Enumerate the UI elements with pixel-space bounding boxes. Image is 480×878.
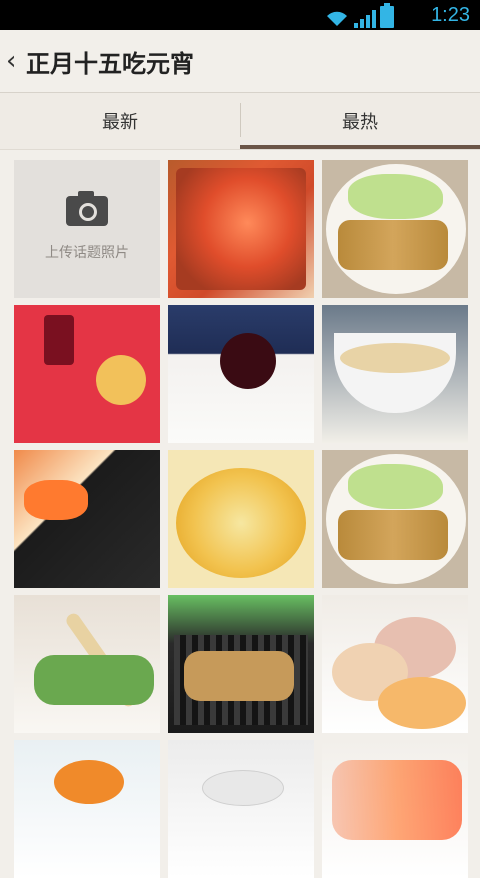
roe-image [24, 480, 88, 520]
greens-image [348, 464, 443, 509]
fried-rice-image [176, 468, 306, 578]
vegetables-image [34, 655, 154, 705]
wifi-icon [327, 11, 347, 26]
back-chevron-icon[interactable]: ‹ [6, 48, 26, 74]
can-image [44, 315, 74, 365]
photo-tile[interactable] [168, 740, 314, 878]
salad-image [54, 760, 124, 804]
page-title: 正月十五吃元宵 [26, 49, 194, 78]
tab-hot[interactable]: 最热 [240, 93, 480, 149]
macaron-image [378, 677, 466, 729]
battery-icon [380, 3, 394, 28]
grilled-meat-image [184, 651, 294, 701]
photo-tile[interactable] [322, 595, 468, 733]
status-time: 1:23 [431, 4, 470, 26]
upload-photo-label: 上传话题照片 [45, 245, 129, 261]
photo-tile[interactable] [14, 450, 160, 588]
cookie-image [96, 355, 146, 405]
soup-image [340, 343, 450, 373]
crab-image [176, 168, 306, 290]
tab-latest-label: 最新 [102, 112, 138, 133]
photo-tile[interactable] [168, 160, 314, 298]
photo-tile[interactable] [322, 305, 468, 443]
food-image [332, 760, 462, 840]
photo-tile[interactable] [322, 450, 468, 588]
photo-tile[interactable] [168, 450, 314, 588]
photo-tile[interactable] [168, 595, 314, 733]
photo-tile[interactable] [322, 740, 468, 878]
tab-latest[interactable]: 最新 [0, 93, 240, 149]
dish-image [202, 770, 284, 806]
camera-icon [66, 191, 108, 226]
meat-image [338, 510, 448, 560]
status-bar: 1:23 [0, 0, 480, 30]
photo-grid: 上传话题照片 [14, 160, 468, 878]
cherry-image [220, 333, 276, 389]
photo-tile[interactable] [14, 595, 160, 733]
photo-tile[interactable] [168, 305, 314, 443]
photo-tile[interactable] [14, 305, 160, 443]
app-header: ‹ 正月十五吃元宵 [0, 30, 480, 93]
upload-photo-button[interactable]: 上传话题照片 [14, 160, 160, 298]
tab-hot-label: 最热 [342, 112, 378, 133]
status-icons [324, 3, 394, 28]
greens-image [348, 174, 443, 219]
signal-icon [354, 10, 376, 28]
meat-image [338, 220, 448, 270]
tab-bar: 最新 最热 [0, 93, 480, 150]
photo-tile[interactable] [322, 160, 468, 298]
photo-tile[interactable] [14, 740, 160, 878]
